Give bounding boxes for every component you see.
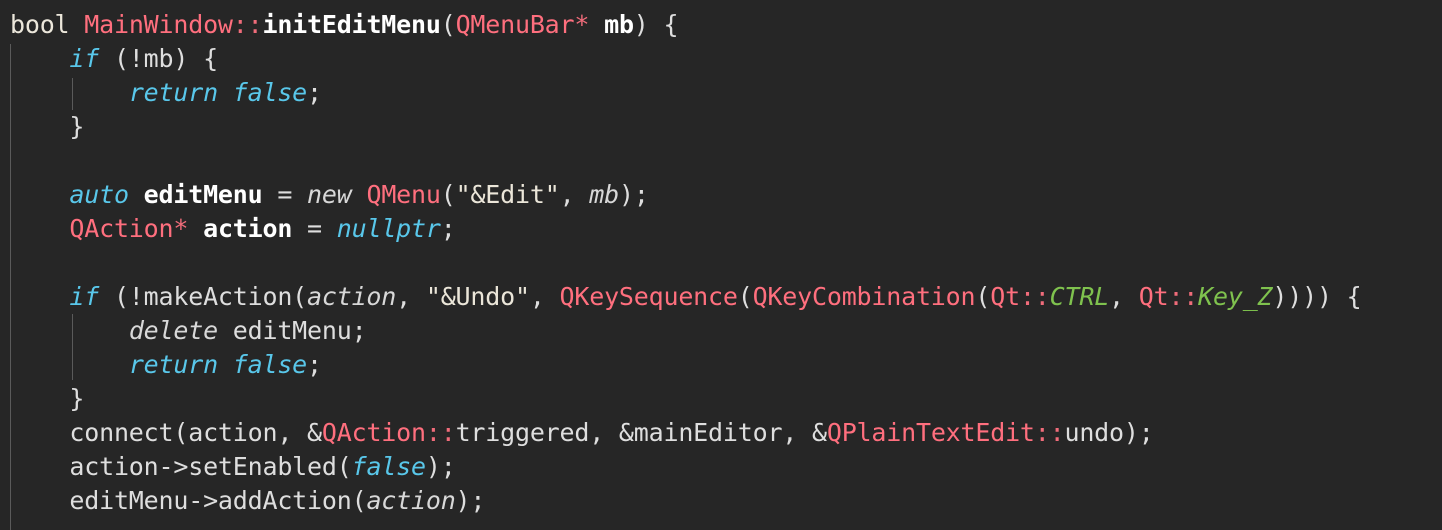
token-type: QMenu: [366, 180, 441, 209]
token-variable: action: [203, 214, 293, 243]
token-param: mb: [604, 10, 634, 39]
token-keyword-new: new: [307, 180, 352, 209]
token-text: undo);: [1064, 418, 1154, 447]
token-assign: =: [292, 214, 337, 243]
code-line-12[interactable]: }: [10, 382, 84, 416]
token-type: QMenuBar: [455, 10, 575, 39]
token-keyword-auto: auto: [69, 180, 129, 209]
token-class-name: MainWindow: [84, 10, 233, 39]
token-keyword-return: return: [128, 350, 218, 379]
token-scope-operator: ::: [1019, 282, 1050, 311]
token-paren: )))) {: [1272, 282, 1362, 311]
token-type: QAction: [69, 214, 174, 243]
token-paren: (: [975, 282, 991, 311]
token-enum-value: CTRL: [1049, 282, 1110, 311]
token-paren: (: [440, 10, 456, 39]
code-line-6[interactable]: auto editMenu = new QMenu("&Edit", mb);: [10, 178, 649, 212]
code-line-10[interactable]: delete editMenu;: [10, 314, 367, 348]
token-enum-value: Key_Z: [1198, 282, 1273, 311]
code-line-15[interactable]: editMenu->addAction(action);: [10, 484, 485, 518]
token-type: QAction: [321, 418, 426, 447]
token-comma: ,: [559, 180, 590, 209]
token-brace: }: [10, 112, 85, 141]
token-brace: {: [648, 10, 679, 39]
token-paren: ): [633, 10, 649, 39]
token-semicolon: ;: [307, 350, 322, 379]
token-paren: (: [737, 282, 753, 311]
token-text: triggered, &mainEditor, &: [455, 418, 827, 447]
token-text: );: [455, 486, 486, 515]
code-line-3[interactable]: return false;: [10, 76, 322, 110]
token-keyword: bool: [10, 10, 70, 39]
token-literal-false: false: [351, 452, 426, 481]
token-string: "&Edit": [455, 180, 560, 209]
token-paren: );: [618, 180, 649, 209]
token-brace: }: [10, 384, 85, 413]
token-scope-operator: ::: [425, 418, 456, 447]
token-text: (!mb) {: [99, 44, 218, 73]
code-line-4[interactable]: }: [10, 110, 84, 144]
token-scope-operator: ::: [232, 10, 263, 39]
token-keyword-return: return: [128, 78, 218, 107]
token-semicolon: ;: [307, 78, 322, 107]
code-line-2[interactable]: if (!mb) {: [10, 42, 218, 76]
token-text: );: [425, 452, 456, 481]
token-comma: ,: [396, 282, 426, 311]
token-text: editMenu->addAction(: [10, 486, 367, 515]
token-keyword-delete: delete: [128, 316, 218, 345]
token-scope-operator: ::: [1168, 282, 1199, 311]
token-function-name: initEditMenu: [262, 10, 441, 39]
code-line-14[interactable]: action->setEnabled(false);: [10, 450, 456, 484]
token-argument: action: [366, 486, 456, 515]
token-assign: =: [262, 180, 308, 209]
code-editor[interactable]: bool MainWindow::initEditMenu(QMenuBar* …: [0, 0, 1442, 530]
token-param: mb: [589, 180, 619, 209]
code-line-11[interactable]: return false;: [10, 348, 322, 382]
token-keyword-if: if: [69, 44, 100, 73]
token-text: editMenu;: [217, 316, 367, 345]
token-literal-nullptr: nullptr: [336, 214, 441, 243]
code-line-13[interactable]: connect(action, &QAction::triggered, &ma…: [10, 416, 1154, 450]
token-keyword-if: if: [69, 282, 100, 311]
token-pointer: *: [574, 10, 590, 39]
token-semicolon: ;: [440, 214, 456, 243]
token-variable: editMenu: [143, 180, 263, 209]
token-scope-operator: ::: [1034, 418, 1065, 447]
token-paren: (: [440, 180, 456, 209]
token-type: QKeySequence: [559, 282, 738, 311]
token-text: action->setEnabled(: [10, 452, 352, 481]
code-line-9[interactable]: if (!makeAction(action, "&Undo", QKeySeq…: [10, 280, 1362, 314]
code-line-7[interactable]: QAction* action = nullptr;: [10, 212, 456, 246]
token-type: QKeyCombination: [752, 282, 976, 311]
token-literal-false: false: [232, 78, 308, 107]
token-type: QPlainTextEdit: [826, 418, 1035, 447]
token-namespace: Qt: [990, 282, 1020, 311]
code-line-1[interactable]: bool MainWindow::initEditMenu(QMenuBar* …: [10, 8, 679, 42]
token-comma: ,: [1109, 282, 1139, 311]
token-comma: ,: [529, 282, 560, 311]
token-text: connect(action, &: [10, 418, 322, 447]
token-namespace: Qt: [1138, 282, 1169, 311]
token-pointer: *: [173, 214, 189, 243]
token-argument: action: [307, 282, 397, 311]
token-literal-false: false: [232, 350, 308, 379]
token-text: (!makeAction(: [99, 282, 308, 311]
token-string: "&Undo": [425, 282, 530, 311]
